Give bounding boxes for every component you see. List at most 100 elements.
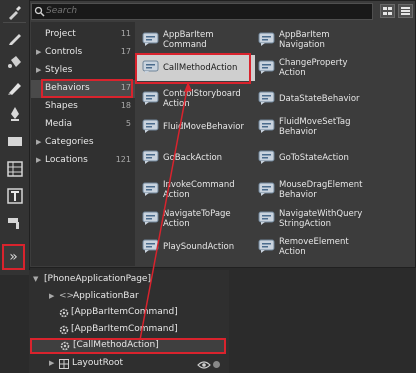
toolbar-divider: [3, 22, 26, 23]
behavior-item[interactable]: FluidMoveSetTag Behavior: [253, 114, 371, 140]
tree-node-label: [PhoneApplicationPage]: [44, 274, 151, 284]
behavior-icon: [142, 182, 159, 196]
grid-view-button[interactable]: [380, 4, 395, 18]
category-label: Locations: [45, 155, 88, 165]
behavior-item[interactable]: PlaySoundAction: [137, 234, 255, 260]
tree-node-label: [CallMethodAction]: [73, 340, 159, 350]
behaviors-highlight-frame: [41, 79, 133, 98]
category-count: 121: [115, 155, 131, 164]
list-view-icon: [401, 7, 410, 15]
grid-layout-icon[interactable]: [4, 159, 25, 179]
behavior-label: MouseDragElement Behavior: [279, 180, 363, 200]
collapse-arrow-icon[interactable]: ▼: [33, 275, 38, 283]
behavior-item[interactable]: DataStateBehavior: [253, 86, 371, 112]
pencil-icon[interactable]: [4, 77, 25, 97]
tree-node[interactable]: [AppBarItemCommand]: [29, 305, 229, 321]
behavior-icon: [258, 119, 275, 133]
canvas-area: [229, 270, 416, 373]
behavior-label: FluidMoveSetTag Behavior: [279, 117, 351, 137]
double-chevron-icon: »: [9, 249, 18, 265]
behavior-icon: [258, 60, 275, 74]
tree-node[interactable]: ▶ <> ApplicationBar: [29, 289, 229, 305]
behavior-icon: [258, 182, 275, 196]
behavior-item[interactable]: GoBackAction: [137, 145, 255, 171]
category-locations[interactable]: ▶ Locations 121: [31, 152, 135, 170]
search-input[interactable]: [46, 5, 346, 17]
behavior-label: DataStateBehavior: [279, 94, 360, 104]
behavior-item[interactable]: NavigateWithQuery StringAction: [253, 206, 371, 232]
behavior-item[interactable]: FluidMoveBehavior: [137, 114, 255, 140]
expand-arrow-icon[interactable]: ▶: [36, 48, 41, 56]
category-categories[interactable]: ▶ Categories: [31, 134, 135, 152]
behavior-label: ChangeProperty Action: [279, 58, 348, 78]
expand-arrow-icon[interactable]: ▶: [36, 156, 41, 164]
tree-node-label: [AppBarItemCommand]: [71, 324, 178, 334]
behavior-item[interactable]: AppBarItem Navigation: [253, 27, 371, 53]
behavior-label: AppBarItem Command: [163, 30, 214, 50]
behavior-item[interactable]: MouseDragElement Behavior: [253, 177, 371, 203]
behavior-icon: [258, 150, 275, 164]
tree-node-callmethodaction[interactable]: [CallMethodAction]: [30, 338, 226, 354]
category-styles[interactable]: ▶ Styles: [31, 62, 135, 80]
behavior-item[interactable]: InvokeCommand Action: [137, 177, 255, 203]
tree-node-label: [AppBarItemCommand]: [71, 307, 178, 317]
behavior-label: NavigateWithQuery StringAction: [279, 209, 363, 229]
category-label: Media: [45, 119, 73, 129]
tree-node[interactable]: [AppBarItemCommand]: [29, 322, 229, 338]
gear-icon: [59, 308, 69, 318]
expand-arrow-icon[interactable]: ▶: [49, 292, 54, 300]
behavior-label: AppBarItem Navigation: [279, 30, 330, 50]
category-count: 18: [120, 101, 131, 110]
category-project[interactable]: Project 11: [31, 26, 135, 44]
behavior-label: ControlStoryboard Action: [163, 89, 241, 109]
grid-view-icon: [383, 7, 392, 15]
behavior-icon: [142, 32, 159, 46]
behavior-icon: [142, 150, 159, 164]
paint-bucket-icon[interactable]: [4, 52, 25, 72]
behavior-icon: [258, 32, 275, 46]
text-icon[interactable]: [4, 186, 25, 206]
lock-toggle-icon[interactable]: [213, 361, 220, 368]
assets-expand-button[interactable]: »: [2, 244, 25, 270]
category-label: Styles: [45, 65, 73, 75]
behavior-label: NavigateToPage Action: [163, 209, 231, 229]
gear-icon: [59, 325, 69, 335]
behavior-item[interactable]: RemoveElement Action: [253, 234, 371, 260]
list-view-button[interactable]: [398, 4, 413, 18]
category-media[interactable]: Media 5: [31, 116, 135, 134]
grid-layout-icon: [59, 359, 69, 369]
behavior-item[interactable]: GoToStateAction: [253, 145, 371, 171]
pen-icon[interactable]: [4, 28, 25, 48]
expand-arrow-icon[interactable]: ▶: [49, 359, 54, 367]
category-shapes[interactable]: Shapes 18: [31, 98, 135, 116]
behavior-label: GoToStateAction: [279, 153, 349, 163]
code-brackets-icon: <>: [59, 291, 75, 301]
behavior-item[interactable]: NavigateToPage Action: [137, 206, 255, 232]
behavior-icon: [142, 239, 159, 253]
eye-icon[interactable]: [197, 360, 211, 370]
category-controls[interactable]: ▶ Controls 17: [31, 44, 135, 62]
tree-node[interactable]: ▼ [PhoneApplicationPage]: [29, 272, 229, 288]
behavior-label: GoBackAction: [163, 153, 223, 163]
brush-icon[interactable]: [4, 213, 25, 233]
category-count: 17: [120, 47, 131, 56]
tree-node-label: ApplicationBar: [73, 291, 139, 301]
category-label: Shapes: [45, 101, 78, 111]
dropper-icon[interactable]: [4, 2, 25, 22]
tree-node-label: LayoutRoot: [72, 358, 123, 368]
behavior-item[interactable]: ChangeProperty Action: [253, 55, 371, 81]
behavior-icon: [258, 211, 275, 225]
category-count: 11: [120, 29, 131, 38]
expand-arrow-icon[interactable]: ▶: [36, 66, 41, 74]
behavior-item[interactable]: AppBarItem Command: [137, 27, 255, 53]
behavior-icon: [142, 119, 159, 133]
ink-pen-icon[interactable]: [4, 104, 25, 124]
search-icon: [34, 6, 45, 17]
behavior-item[interactable]: ControlStoryboard Action: [137, 86, 255, 112]
rectangle-icon[interactable]: [4, 131, 25, 151]
category-label: Controls: [45, 47, 83, 57]
search-box[interactable]: [31, 3, 373, 20]
behavior-label: InvokeCommand Action: [163, 180, 235, 200]
behavior-label: PlaySoundAction: [163, 242, 235, 252]
expand-arrow-icon[interactable]: ▶: [36, 138, 41, 146]
